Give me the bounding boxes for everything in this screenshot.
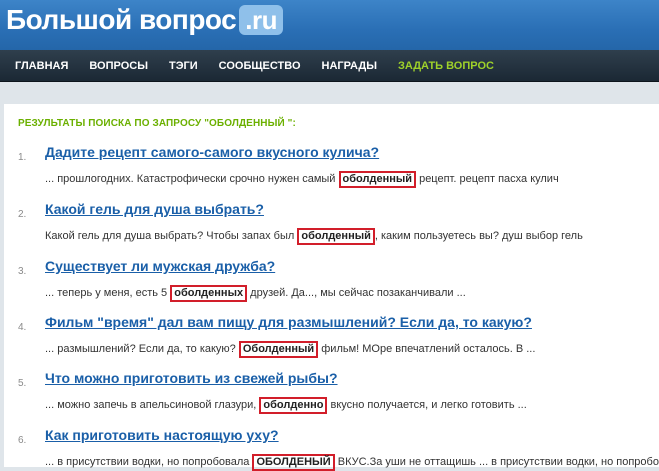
result-question-link[interactable]: Дадите рецепт самого-самого вкусного кул… <box>45 144 379 160</box>
site-header: Большой вопрос .ru <box>0 0 659 50</box>
nav-home[interactable]: ГЛАВНАЯ <box>15 60 68 72</box>
snippet-text: ... можно запечь в апельсиновой глазури, <box>45 399 260 411</box>
result-snippet: ... теперь у меня, есть 5 оболденных дру… <box>45 285 466 302</box>
results-title: РЕЗУЛЬТАТЫ ПОИСКА ПО ЗАПРОСУ "ОБОЛДЕННЫЙ… <box>18 118 296 129</box>
snippet-highlight: ОБОЛДЕНЫЙ <box>252 454 335 471</box>
snippet-text: фильм! МОре впечатлений осталось. В ... <box>318 343 536 355</box>
snippet-text: друзей. Да..., мы сейчас позаканчивали .… <box>247 287 466 299</box>
snippet-text: ... размышлений? Если да, то какую? <box>45 343 239 355</box>
result-number: 5. <box>18 378 27 389</box>
result-number: 2. <box>18 209 27 220</box>
snippet-text: ВКУС.За уши не оттащишь ... в присутстви… <box>334 456 659 468</box>
snippet-text: ... в присутствии водки, но попробовала <box>45 456 253 468</box>
logo-text: Большой вопрос <box>6 4 237 35</box>
result-snippet: ... в присутствии водки, но попробовала … <box>45 454 659 471</box>
result-question-link[interactable]: Существует ли мужская дружба? <box>45 258 275 274</box>
result-snippet: ... размышлений? Если да, то какую? Обол… <box>45 341 535 358</box>
snippet-text: , каким пользуетесь вы? душ выбор гель <box>374 230 583 242</box>
snippet-text: ... теперь у меня, есть 5 <box>45 287 171 299</box>
result-snippet: ... можно запечь в апельсиновой глазури,… <box>45 397 527 414</box>
logo-badge: .ru <box>239 5 283 35</box>
nav-ask-question[interactable]: ЗАДАТЬ ВОПРОС <box>398 60 494 72</box>
snippet-text: ... прошлогодних. Катастрофически срочно… <box>45 173 339 185</box>
result-snippet: ... прошлогодних. Катастрофически срочно… <box>45 171 559 188</box>
result-number: 3. <box>18 266 27 277</box>
result-number: 4. <box>18 322 27 333</box>
snippet-highlight: Оболденный <box>238 341 319 358</box>
nav-questions[interactable]: ВОПРОСЫ <box>89 60 148 72</box>
snippet-highlight: оболденный <box>338 171 417 188</box>
snippet-highlight: оболденно <box>259 397 328 414</box>
result-question-link[interactable]: Фильм "время" дал вам пищу для размышлен… <box>45 314 532 330</box>
search-results-panel: РЕЗУЛЬТАТЫ ПОИСКА ПО ЗАПРОСУ "ОБОЛДЕННЫЙ… <box>4 104 659 471</box>
site-logo[interactable]: Большой вопрос .ru <box>6 3 283 37</box>
snippet-highlight: оболденный <box>297 228 375 245</box>
main-nav: ГЛАВНАЯ ВОПРОСЫ ТЭГИ СООБЩЕСТВО НАГРАДЫ … <box>0 50 659 82</box>
result-number: 1. <box>18 152 27 163</box>
nav-awards[interactable]: НАГРАДЫ <box>322 60 377 72</box>
result-question-link[interactable]: Как приготовить настоящую уху? <box>45 427 279 443</box>
snippet-text: рецепт. рецепт пасха кулич <box>416 173 559 185</box>
nav-tags[interactable]: ТЭГИ <box>169 60 198 72</box>
result-question-link[interactable]: Какой гель для душа выбрать? <box>45 201 264 217</box>
snippet-highlight: оболденных <box>170 285 248 302</box>
snippet-text: вкусно получается, и легко готовить ... <box>327 399 527 411</box>
result-question-link[interactable]: Что можно приготовить из свежей рыбы? <box>45 370 338 386</box>
snippet-text: Какой гель для душа выбрать? Чтобы запах… <box>45 230 298 242</box>
result-snippet: Какой гель для душа выбрать? Чтобы запах… <box>45 228 583 245</box>
result-number: 6. <box>18 435 27 446</box>
nav-community[interactable]: СООБЩЕСТВО <box>219 60 301 72</box>
